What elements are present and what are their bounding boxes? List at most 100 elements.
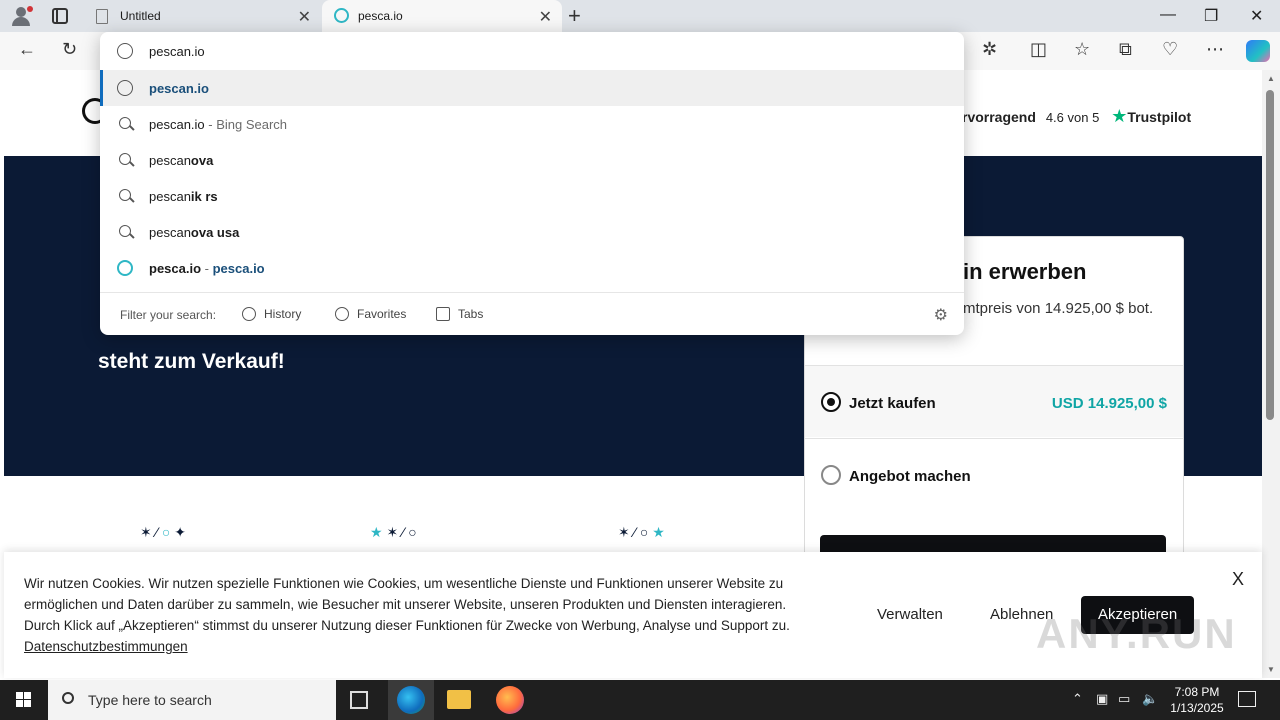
hero-title: steht zum Verkauf! [98,350,285,373]
profile-icon[interactable] [8,4,34,28]
new-tab-icon[interactable]: + [568,3,581,29]
tab-untitled[interactable]: Untitled ✕ [84,0,321,32]
suggestion-item[interactable]: pescanik rs [100,178,964,214]
rating-word: rvorragend [962,109,1036,125]
favorites-icon[interactable]: ☆ [1074,39,1090,60]
sparkle-icon: ✶ ⁄ ○ ★ [618,524,665,540]
suggestion-completion: ova [190,153,214,168]
radio-icon[interactable] [821,465,841,485]
scroll-up-icon[interactable]: ▲ [1267,74,1275,83]
filter-history-label: History [264,307,302,321]
search-icon [62,692,74,704]
performance-icon[interactable]: ♡ [1162,39,1178,60]
browser-tab-strip: Untitled ✕ pesca.io ✕ + — ❐ ✕ [0,0,1280,32]
globe-icon [117,80,133,96]
edge-browser-icon[interactable] [397,686,425,714]
suggestion-prefix: pescan [149,225,191,240]
file-explorer-icon[interactable] [447,690,471,709]
trustpilot-rating[interactable]: rvorragend 4.6 von 5 ★Trustpilot [962,106,1191,127]
trustpilot-label: Trustpilot [1127,109,1192,125]
address-input[interactable]: pescan.io [149,44,205,59]
close-banner-button[interactable]: X [1232,569,1244,590]
manage-button[interactable]: Verwalten [877,596,943,634]
suggestion-suffix: - Bing Search [204,117,288,132]
cookie-text: Wir nutzen Cookies. Wir nutzen spezielle… [24,573,824,657]
suggestion-completion: ik rs [190,189,218,204]
trustpilot-star-icon: ★ [1111,106,1128,126]
search-icon [119,153,131,165]
suggestion-item[interactable]: pesca.io - pesca.io [100,250,964,286]
filter-history-button[interactable]: History [242,307,301,321]
privacy-link[interactable]: Datenschutzbestimmungen [24,639,188,654]
suggestion-item[interactable]: pescanova [100,142,964,178]
volume-icon[interactable]: 🔈 [1142,691,1158,707]
option-label: Angebot machen [849,468,971,485]
option-buy-now[interactable]: Jetzt kaufen USD 14.925,00 $ [805,365,1183,437]
scrollbar-thumb[interactable] [1266,90,1274,420]
suggestion-text: pescan.io [149,117,205,132]
history-icon [242,307,256,321]
pesca-favicon [334,8,349,23]
restore-button[interactable]: ❐ [1204,6,1218,26]
suggestion-item[interactable]: pescanova usa [100,214,964,250]
option-label: Jetzt kaufen [849,395,936,412]
taskbar-search[interactable]: Type here to search [48,680,336,720]
minimize-button[interactable]: — [1160,6,1176,24]
star-icon [335,307,349,321]
search-icon [119,189,131,201]
network-icon[interactable]: ▭ [1118,691,1130,707]
option-price: USD 14.925,00 $ [1051,395,1167,412]
page-icon [96,9,108,24]
filter-tabs-button[interactable]: Tabs [436,307,483,321]
clock-time: 7:08 PM [1174,685,1220,699]
notification-icon[interactable] [1238,691,1256,707]
back-icon[interactable]: ← [18,39,36,60]
rating-value: 4.6 von 5 [1045,110,1100,125]
cookie-message: Wir nutzen Cookies. Wir nutzen spezielle… [24,576,790,633]
suggestion-item[interactable]: pescan.io - Bing Search [100,106,964,142]
close-window-button[interactable]: ✕ [1250,6,1263,26]
suggestion-completion: ova usa [190,225,240,240]
option-make-offer[interactable]: Angebot machen [805,438,1183,510]
split-screen-icon[interactable]: ◫ [1030,39,1047,60]
system-clock[interactable]: 7:08 PM 1/13/2025 [1160,684,1234,716]
scroll-down-icon[interactable]: ▼ [1267,665,1275,674]
tab-pesca[interactable]: pesca.io ✕ [322,0,562,32]
suggestion-separator: - [201,261,213,276]
sparkle-icon: ✶ ⁄ ○ ✦ [140,524,186,540]
close-tab-icon[interactable]: ✕ [539,7,552,27]
filter-favorites-button[interactable]: Favorites [335,307,406,321]
search-icon [119,117,131,129]
purchase-subtitle: mtpreis von 14.925,00 $ bot. [963,300,1154,317]
taskbar-search-placeholder: Type here to search [88,692,212,708]
windows-start-icon[interactable] [16,692,32,708]
task-view-icon[interactable] [350,691,368,709]
more-menu-icon[interactable]: ⋯ [1206,39,1224,60]
tab-actions-icon[interactable] [52,8,68,24]
suggestion-item[interactable]: pescan.io [100,70,964,106]
suggestion-text: pescan.io [149,81,209,96]
gear-icon[interactable]: ⚙ [934,305,948,325]
suggestion-prefix: pescan [149,189,191,204]
filter-label: Filter your search: [120,308,217,322]
copilot-icon[interactable] [1246,40,1270,62]
network-drive-icon[interactable]: ▣ [1096,691,1108,707]
tab-label: pesca.io [358,9,403,23]
chevron-up-icon[interactable]: ⌃ [1072,691,1083,707]
purchase-title: in erwerben [963,259,1087,284]
collections-icon[interactable]: ⧉ [1119,39,1132,60]
page-scrollbar[interactable]: ▲ ▼ [1262,70,1280,678]
extensions-icon[interactable]: ✲ [982,39,997,60]
tab-label: Untitled [120,9,161,23]
firefox-icon[interactable] [496,686,524,714]
radio-selected-icon[interactable] [821,392,841,412]
suggestion-site: pesca.io [212,261,265,276]
close-tab-icon[interactable]: ✕ [298,7,311,27]
taskbar: Type here to search ⌃ ▣ ▭ 🔈 7:08 PM 1/13… [0,680,1280,720]
suggestion-text: pesca.io [149,261,202,276]
search-filter-bar: Filter your search: History Favorites Ta… [100,292,964,335]
search-icon [119,225,131,237]
globe-icon [117,43,133,59]
refresh-icon[interactable]: ↻ [62,39,77,60]
watermark-logo: ANY.RUN [1036,610,1237,657]
